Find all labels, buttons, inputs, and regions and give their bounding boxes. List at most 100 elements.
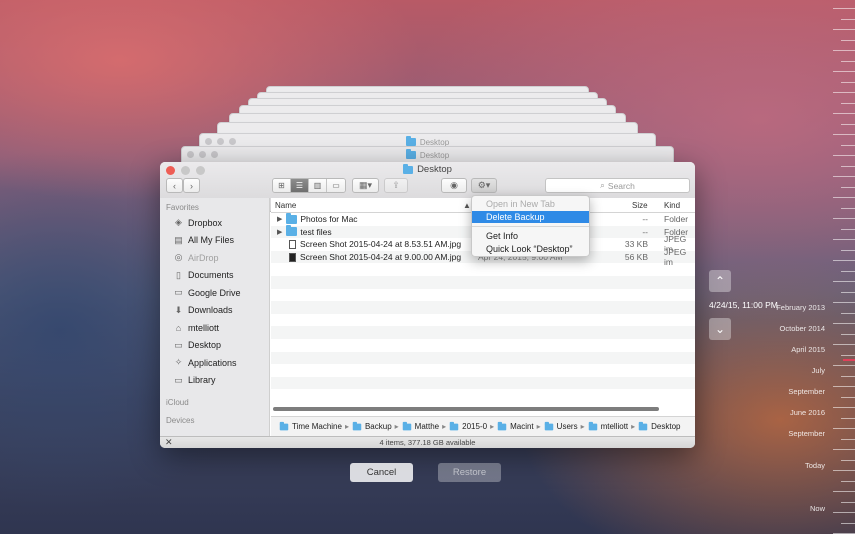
close-sidebar-icon[interactable]: ✕ — [165, 437, 173, 448]
timeline-tick[interactable] — [833, 113, 855, 114]
timeline-label[interactable]: September — [788, 387, 825, 396]
timeline-tick[interactable] — [833, 197, 855, 198]
timeline-tick[interactable] — [833, 470, 855, 471]
timeline-tick[interactable] — [833, 449, 855, 450]
table-row[interactable] — [271, 301, 695, 314]
sidebar-item-google-drive[interactable]: ▭ Google Drive — [160, 284, 269, 302]
timeline-tick[interactable] — [841, 522, 855, 524]
timeline-tick[interactable] — [841, 102, 855, 104]
timeline-label[interactable]: Now — [810, 504, 825, 513]
timeline-tick[interactable] — [841, 396, 855, 398]
timeline-tick[interactable] — [833, 155, 855, 156]
path-item[interactable]: Desktop — [638, 421, 681, 431]
sidebar-item-mtelliott[interactable]: ⌂ mtelliott — [160, 319, 269, 337]
cancel-button[interactable]: Cancel — [350, 463, 413, 482]
timeline-tick[interactable] — [833, 71, 855, 72]
column-header-kind[interactable]: Kind — [664, 201, 680, 210]
timeline-tick[interactable] — [833, 344, 855, 345]
sidebar-item-documents[interactable]: ▯ Documents — [160, 267, 269, 285]
search-field[interactable]: ⌕ Search — [545, 178, 690, 193]
sidebar-item-downloads[interactable]: ⬇ Downloads — [160, 302, 269, 320]
timeline-tick[interactable] — [841, 144, 855, 146]
restore-button[interactable]: Restore — [438, 463, 501, 482]
timeline-tick[interactable] — [841, 459, 855, 461]
timeline-tick[interactable] — [841, 480, 855, 482]
horizontal-scrollbar[interactable] — [273, 407, 659, 411]
menu-item-open-in-new-tab[interactable]: Open in New Tab — [472, 198, 589, 211]
timeline-label[interactable]: June 2016 — [790, 408, 825, 417]
timeline-tick[interactable] — [841, 228, 855, 230]
table-row[interactable] — [271, 389, 695, 402]
timeline-label[interactable]: April 2015 — [791, 345, 825, 354]
sidebar-item-desktop[interactable]: ▭ Desktop — [160, 337, 269, 355]
table-row[interactable] — [271, 275, 695, 289]
menu-item-delete-backup[interactable]: Delete Backup — [472, 210, 589, 223]
path-item[interactable]: 2015-0 — [449, 421, 487, 431]
disclosure-triangle-icon[interactable]: ▶ — [277, 215, 282, 223]
timeline-tick[interactable] — [841, 207, 855, 209]
path-item[interactable]: Macint — [497, 421, 534, 431]
timeline-tick[interactable] — [841, 165, 855, 167]
table-row[interactable] — [271, 364, 695, 377]
timeline-tick[interactable] — [841, 375, 855, 377]
path-item[interactable]: Users — [544, 421, 578, 431]
timeline-tick[interactable] — [833, 29, 855, 30]
path-item[interactable]: mtelliott — [588, 421, 628, 431]
timeline-tick[interactable] — [841, 501, 855, 503]
timeline-tick[interactable] — [833, 323, 855, 324]
icon-view-button[interactable]: ⊞ — [273, 179, 291, 192]
timeline-label[interactable]: September — [788, 429, 825, 438]
table-row[interactable] — [271, 351, 695, 365]
column-header-name[interactable]: Name — [275, 201, 296, 210]
timeline-tick[interactable] — [833, 260, 855, 261]
back-button[interactable]: ‹ — [166, 178, 183, 193]
timeline-tick[interactable] — [841, 186, 855, 188]
timeline-tick[interactable] — [841, 18, 855, 20]
column-header-size[interactable]: Size — [632, 201, 648, 210]
timeline-tick[interactable] — [841, 291, 855, 293]
timeline-tick[interactable] — [841, 417, 855, 419]
timeline-tick[interactable] — [833, 407, 855, 408]
path-item[interactable]: Backup — [352, 421, 392, 431]
newer-backup-button[interactable]: ⌄ — [709, 318, 731, 340]
timeline-tick[interactable] — [833, 428, 855, 429]
timeline-tick[interactable] — [833, 50, 855, 51]
sidebar-item-all-my-files[interactable]: ▤ All My Files — [160, 232, 269, 250]
timeline-label[interactable]: February 2013 — [776, 303, 825, 312]
menu-item-quick-look[interactable]: Quick Look “Desktop” — [472, 243, 589, 256]
timeline-label[interactable]: Today — [805, 461, 825, 470]
timeline-tick[interactable] — [833, 176, 855, 177]
share-button[interactable]: ⇪ — [384, 178, 408, 193]
path-item[interactable]: Matthe — [402, 421, 439, 431]
table-row[interactable] — [271, 314, 695, 327]
timeline-tick[interactable] — [841, 81, 855, 83]
timeline-label[interactable]: October 2014 — [780, 324, 825, 333]
sidebar-item-applications[interactable]: ✧ Applications — [160, 354, 269, 372]
timeline-tick[interactable] — [833, 365, 855, 366]
cover-flow-button[interactable]: ▭ — [327, 179, 345, 192]
timeline-tick[interactable] — [833, 218, 855, 219]
timeline-tick[interactable] — [841, 249, 855, 251]
timeline-tick[interactable] — [833, 8, 855, 9]
timeline-tick[interactable] — [841, 354, 855, 356]
quick-look-button[interactable]: ◉ — [441, 178, 467, 193]
timeline-tick[interactable] — [841, 123, 855, 125]
older-backup-button[interactable]: ⌃ — [709, 270, 731, 292]
sidebar-item-library[interactable]: ▭ Library — [160, 372, 269, 390]
timeline-tick[interactable] — [841, 312, 855, 314]
table-row[interactable] — [271, 263, 695, 276]
timeline-tick[interactable] — [833, 302, 855, 303]
arrange-button[interactable]: ▦▾ — [352, 178, 379, 193]
timeline-tick[interactable] — [833, 92, 855, 93]
timeline-tick[interactable] — [841, 39, 855, 41]
column-view-button[interactable]: ▥ — [309, 179, 327, 192]
path-item[interactable]: Time Machine — [279, 421, 342, 431]
timeline-tick[interactable] — [841, 60, 855, 62]
timeline-tick[interactable] — [841, 438, 855, 440]
timeline-label[interactable]: July — [812, 366, 825, 375]
timeline-tick[interactable] — [833, 134, 855, 135]
sidebar-item-airdrop[interactable]: ◎ AirDrop — [160, 249, 269, 267]
table-row[interactable] — [271, 326, 695, 339]
table-row[interactable] — [271, 339, 695, 352]
forward-button[interactable]: › — [183, 178, 200, 193]
